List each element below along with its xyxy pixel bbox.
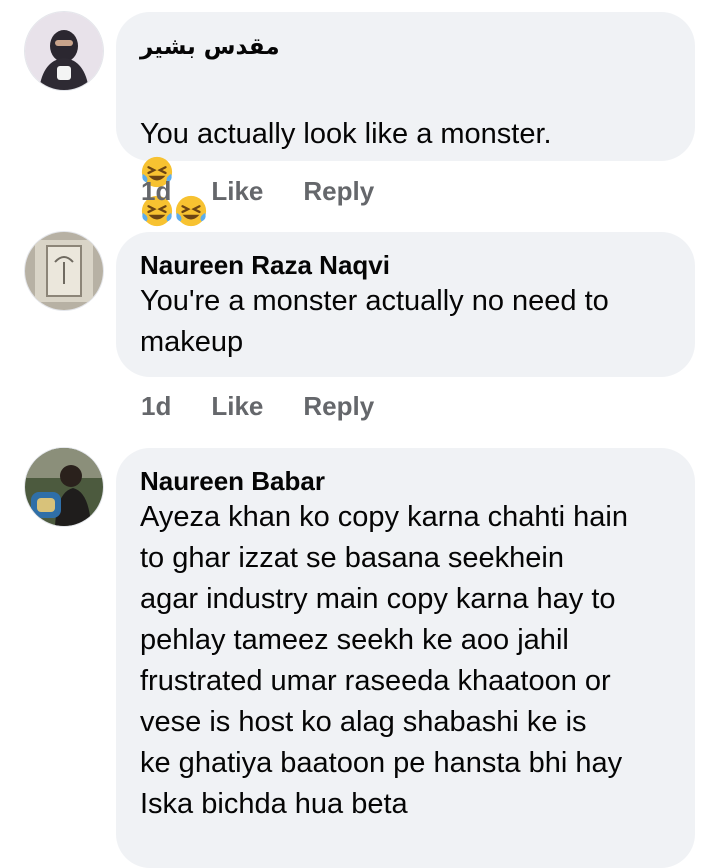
comment-text: Ayeza khan ko copy karna chahti hain to … [140, 501, 628, 820]
comment-bubble-3: Naureen Babar Ayeza khan ko copy karna c… [116, 448, 695, 868]
comment-text: You're a monster actually no need to mak… [140, 285, 609, 358]
avatar-photo-1 [25, 12, 103, 90]
comment-timestamp[interactable]: 1d [141, 176, 171, 207]
comment-author[interactable]: Naureen Babar [140, 465, 671, 497]
avatar-comment-2[interactable] [25, 232, 103, 310]
comment-actions: 1d Like Reply [141, 176, 414, 207]
comment-timestamp[interactable]: 1d [141, 391, 171, 422]
comment-actions: 1d Like Reply [141, 391, 414, 422]
reply-button[interactable]: Reply [303, 391, 374, 422]
comment-text-line: You actually look like a monster. [140, 118, 552, 150]
like-button[interactable]: Like [211, 391, 263, 422]
comment-author[interactable]: مقدس بشير [140, 31, 671, 63]
avatar-photo-3 [25, 448, 103, 526]
comment-bubble-2: Naureen Raza Naqvi You're a monster actu… [116, 232, 695, 377]
like-button[interactable]: Like [211, 176, 263, 207]
avatar-comment-3[interactable] [25, 448, 103, 526]
comment-author[interactable]: Naureen Raza Naqvi [140, 249, 671, 281]
reply-button[interactable]: Reply [303, 176, 374, 207]
avatar-photo-2 [25, 232, 103, 310]
comment-bubble-1: مقدس بشير You actually look like a monst… [116, 12, 695, 227]
avatar-comment-1[interactable] [25, 12, 103, 90]
